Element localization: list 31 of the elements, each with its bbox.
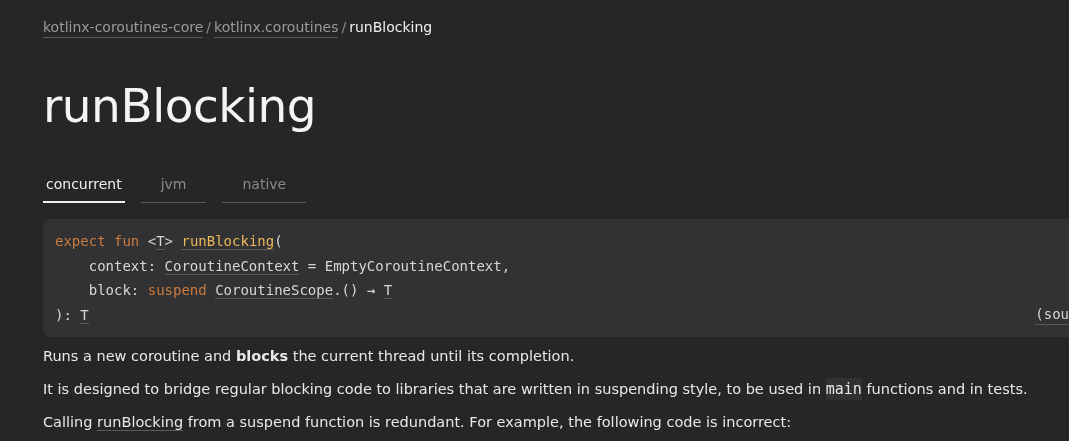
code-text: >: [164, 233, 175, 249]
function-link[interactable]: runBlocking: [181, 233, 275, 250]
paragraph: Runs a new coroutine and blocks the current thread until its completion.: [43, 347, 576, 366]
breadcrumb-separator: /: [341, 19, 347, 35]
breadcrumb-link[interactable]: kotlinx-coroutines-core: [43, 19, 204, 38]
code-text: ):: [55, 306, 73, 323]
paragraph: It is designed to bridge regular blocking code to libraries that are written in suspending style, to be used in main functions and in tests.: [43, 378, 1029, 401]
paragraph: Calling runBlocking from a suspend function is redundant. For example, the following code is incorrect:: [43, 413, 793, 433]
platform-tab[interactable]: jvm: [140, 172, 207, 203]
breadcrumb-separator: /: [206, 19, 212, 35]
breadcrumb-current: runBlocking: [349, 19, 433, 35]
code-keyword: suspend: [147, 282, 208, 298]
code-keyword: expect fun: [55, 233, 141, 249]
code-text: .() →: [333, 282, 377, 298]
code-text: <: [147, 233, 157, 249]
platform-tab[interactable]: concurrent: [43, 172, 125, 203]
platform-tab[interactable]: native: [222, 172, 307, 203]
type-link[interactable]: T: [80, 306, 89, 324]
inline-link[interactable]: runBlocking: [97, 414, 184, 431]
type-link[interactable]: CoroutineScope: [215, 282, 334, 299]
breadcrumb-link[interactable]: kotlinx.coroutines: [214, 19, 339, 38]
code-text: (: [274, 233, 283, 249]
code-text: = EmptyCoroutineContext,: [306, 257, 511, 274]
type-link[interactable]: T: [383, 282, 393, 299]
page-title: runBlocking: [43, 77, 318, 135]
inline-code: main: [825, 378, 862, 400]
code-text: context:: [87, 257, 158, 274]
code-text: block:: [87, 282, 141, 298]
type-link[interactable]: T: [156, 233, 165, 250]
type-link[interactable]: CoroutineContext: [164, 257, 300, 275]
source-link[interactable]: (sou: [1035, 304, 1069, 325]
